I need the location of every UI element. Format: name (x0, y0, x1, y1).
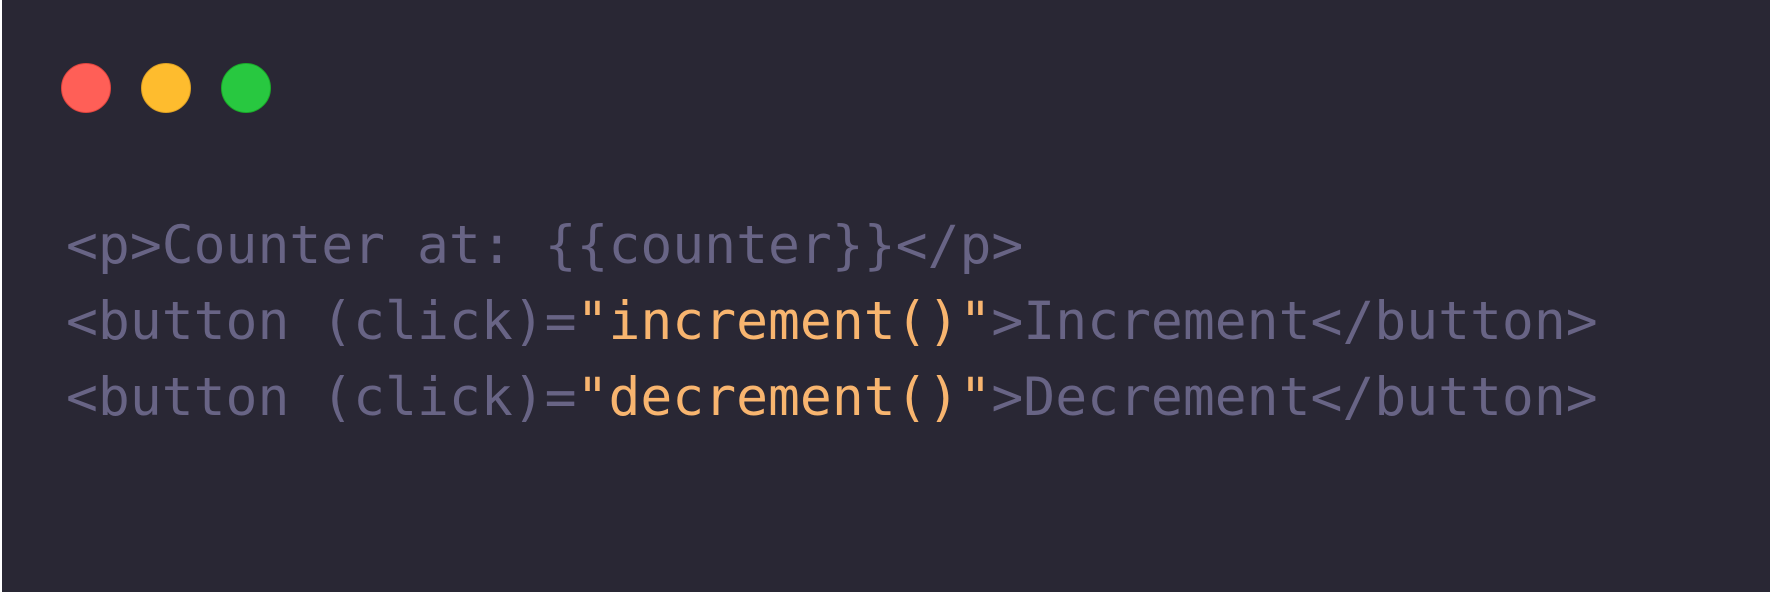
code-string: decrement() (608, 367, 960, 428)
code-markup: >Increment</button> (991, 291, 1598, 352)
code-markup: <p>Counter at: {{counter}}</p> (66, 215, 1024, 276)
code-markup: >Decrement</button> (991, 367, 1598, 428)
close-button[interactable] (61, 63, 111, 113)
code-quote: " (576, 367, 609, 428)
code-quote: " (959, 367, 992, 428)
code-line-3: <button (click)="decrement()">Decrement<… (66, 360, 1598, 436)
code-markup: <button (click)= (66, 367, 577, 428)
code-markup: <button (click)= (66, 291, 577, 352)
zoom-button[interactable] (221, 63, 271, 113)
code-quote: " (959, 291, 992, 352)
code-line-1: <p>Counter at: {{counter}}</p> (66, 208, 1598, 284)
minimize-button[interactable] (141, 63, 191, 113)
code-block: <p>Counter at: {{counter}}</p> <button (c… (66, 208, 1598, 436)
code-quote: " (576, 291, 609, 352)
code-line-2: <button (click)="increment()">Increment<… (66, 284, 1598, 360)
code-window: <p>Counter at: {{counter}}</p> <button (c… (2, 0, 1770, 592)
code-string: increment() (608, 291, 960, 352)
